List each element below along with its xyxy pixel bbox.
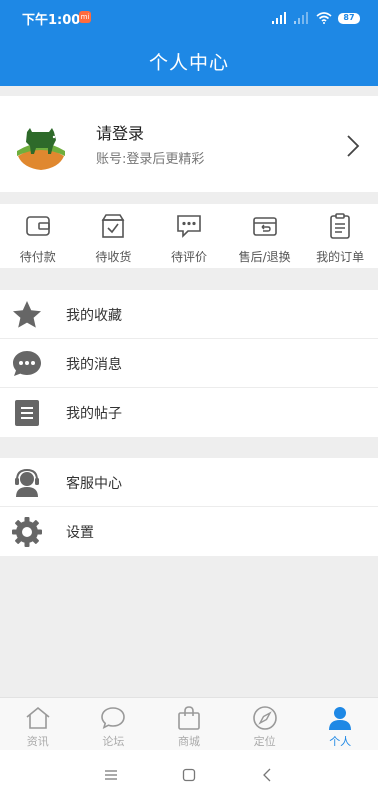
- tab-mall[interactable]: 商城: [151, 698, 227, 751]
- tab-forum[interactable]: 论坛: [76, 698, 152, 751]
- home-icon: [26, 706, 50, 729]
- menu-item-posts[interactable]: 我的帖子: [0, 388, 378, 437]
- comment-dots-icon: [177, 215, 201, 238]
- menu-label: 设置: [66, 525, 94, 541]
- order-label: 我的订单: [316, 250, 365, 264]
- tab-label: 个人: [329, 735, 352, 748]
- tab-label: 定位: [253, 735, 276, 748]
- order-pending-receipt[interactable]: 待收货: [76, 204, 152, 268]
- mi-notification-icon: mi: [79, 11, 91, 23]
- account-hint: 账号:登录后更精彩: [96, 152, 205, 167]
- gear-icon: [12, 517, 42, 547]
- menu-label: 我的消息: [66, 357, 122, 373]
- chat-bubble-icon: [101, 707, 126, 730]
- page-title: 个人中心: [148, 52, 229, 74]
- system-nav-bar: [0, 750, 378, 800]
- menu-group-support: 客服中心 设置: [0, 458, 378, 556]
- box-check-icon: [101, 214, 125, 238]
- menu-item-favorites[interactable]: 我的收藏: [0, 290, 378, 339]
- signal-weak-icon: [294, 12, 308, 24]
- order-status-row: 待付款 待收货 待评价 售后/退换 我的订单: [0, 204, 378, 268]
- profile-card[interactable]: 请登录 账号:登录后更精彩: [0, 96, 378, 192]
- order-label: 待评价: [170, 250, 207, 264]
- order-label: 售后/退换: [238, 250, 291, 264]
- return-box-icon: [252, 217, 277, 236]
- signal-icon: [272, 12, 286, 24]
- chevron-right-icon[interactable]: [346, 134, 360, 158]
- tab-news[interactable]: 资讯: [0, 698, 76, 751]
- menu-item-customer-service[interactable]: 客服中心: [0, 458, 378, 507]
- order-after-sales[interactable]: 售后/退换: [227, 204, 303, 268]
- menu-group-personal: 我的收藏 我的消息 我的帖子: [0, 290, 378, 437]
- my-orders[interactable]: 我的订单: [302, 204, 378, 268]
- tab-personal[interactable]: 个人: [302, 698, 378, 751]
- order-label: 待收货: [95, 250, 132, 264]
- tab-label: 论坛: [102, 735, 125, 748]
- person-icon: [329, 707, 352, 730]
- bottom-tab-bar: 资讯 论坛 商城 定位 个人: [0, 697, 378, 750]
- post-list-icon: [15, 400, 39, 426]
- status-bar: 下午1:00 mi 87: [0, 0, 378, 36]
- menu-label: 客服中心: [66, 476, 122, 492]
- order-pending-review[interactable]: 待评价: [151, 204, 227, 268]
- status-time: 下午1:00: [22, 13, 81, 28]
- headset-icon: [15, 468, 39, 497]
- compass-icon: [252, 706, 277, 730]
- status-indicators: 87: [272, 10, 360, 26]
- clipboard-icon: [330, 213, 350, 239]
- tab-label: 资讯: [26, 735, 49, 748]
- back-icon[interactable]: [260, 767, 276, 783]
- order-label: 待付款: [19, 250, 56, 264]
- menu-label: 我的收藏: [66, 308, 122, 324]
- tab-location[interactable]: 定位: [227, 698, 303, 751]
- menu-item-messages[interactable]: 我的消息: [0, 339, 378, 388]
- menu-icon[interactable]: [103, 767, 119, 783]
- tab-label: 商城: [177, 735, 200, 748]
- menu-item-settings[interactable]: 设置: [0, 507, 378, 556]
- battery-icon: 87: [338, 12, 360, 24]
- menu-label: 我的帖子: [66, 406, 122, 422]
- home-button-icon[interactable]: [181, 767, 197, 783]
- login-prompt[interactable]: 请登录: [96, 120, 144, 144]
- shopping-bag-icon: [178, 706, 200, 730]
- wifi-icon: [316, 12, 332, 24]
- message-icon: [13, 351, 41, 376]
- wallet-icon: [25, 216, 50, 236]
- avatar: [14, 118, 68, 172]
- star-icon: [13, 301, 41, 328]
- title-bar: 个人中心: [0, 36, 378, 86]
- order-pending-payment[interactable]: 待付款: [0, 204, 76, 268]
